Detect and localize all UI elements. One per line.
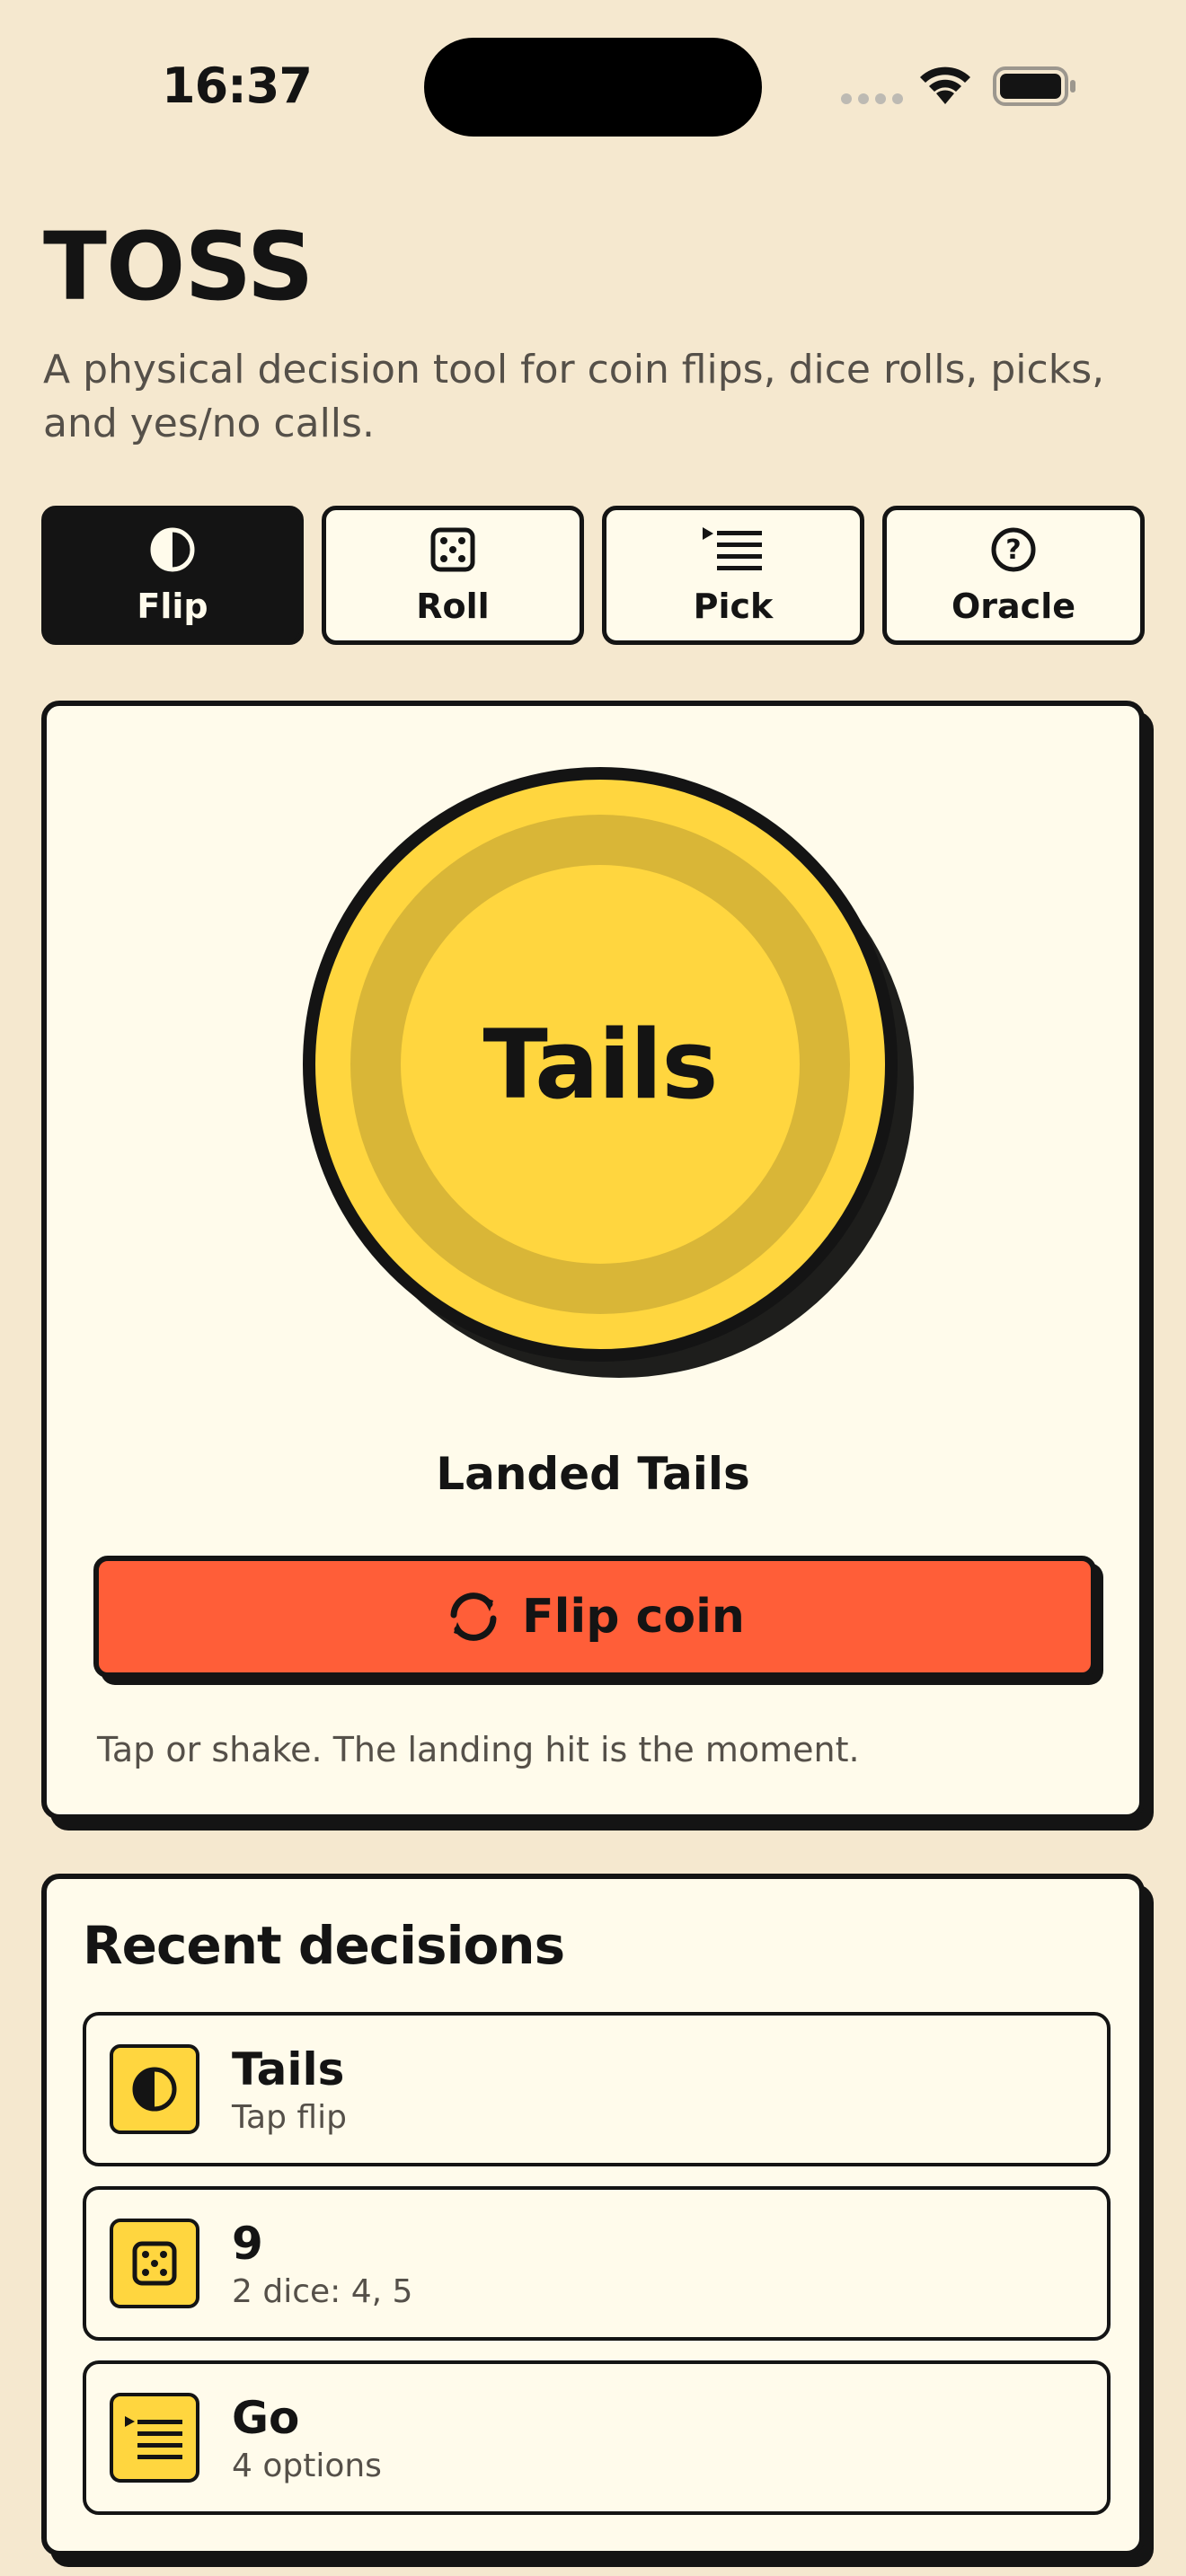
cellular-signal-icon <box>841 93 903 104</box>
list-item[interactable]: Tails Tap flip <box>83 2012 1111 2166</box>
item-subtitle: Tap flip <box>232 2098 347 2136</box>
recent-decisions-card: Recent decisions Tails Tap flip 9 2 dice… <box>41 1874 1145 2556</box>
list-item[interactable]: Go 4 options <box>83 2360 1111 2515</box>
half-circle-icon <box>110 2044 199 2134</box>
tab-label: Flip <box>137 586 208 626</box>
tab-pick[interactable]: Pick <box>602 506 864 645</box>
flip-coin-label: Flip coin <box>522 1590 745 1644</box>
coin-body: Tails <box>303 767 898 1362</box>
flip-coin-button[interactable]: Flip coin <box>93 1556 1096 1678</box>
hint-text: Tap or shake. The landing hit is the mom… <box>97 1730 860 1769</box>
dice-icon <box>110 2219 199 2308</box>
svg-text:?: ? <box>1005 534 1021 566</box>
item-title: 9 <box>232 2217 263 2270</box>
tab-flip[interactable]: Flip <box>41 506 304 645</box>
coin-flip-card: Tails Landed Tails Flip coin Tap or shak… <box>41 701 1145 1820</box>
battery-icon <box>992 65 1078 111</box>
list-icon <box>703 526 762 570</box>
app-subtitle: A physical decision tool for coin flips,… <box>43 347 1105 446</box>
list-icon <box>110 2393 199 2483</box>
mode-tabs: Flip Roll Pick ? Oracle <box>41 506 1145 645</box>
tab-label: Roll <box>416 586 490 626</box>
item-subtitle: 4 options <box>232 2447 382 2484</box>
question-circle-icon: ? <box>991 527 1036 571</box>
coin-face-label: Tails <box>482 1009 719 1120</box>
wifi-icon <box>916 63 974 110</box>
tab-roll[interactable]: Roll <box>322 506 584 645</box>
tab-label: Pick <box>693 586 774 626</box>
app-title: TOSS <box>43 212 314 322</box>
item-title: Go <box>232 2391 300 2444</box>
coin[interactable]: Tails <box>303 767 914 1378</box>
tab-oracle[interactable]: ? Oracle <box>882 506 1145 645</box>
recent-title: Recent decisions <box>83 1915 565 1976</box>
half-circle-icon <box>150 527 195 571</box>
list-item[interactable]: 9 2 dice: 4, 5 <box>83 2186 1111 2341</box>
recent-list: Tails Tap flip 9 2 dice: 4, 5 Go 4 optio… <box>83 2012 1111 2535</box>
item-title: Tails <box>232 2042 345 2095</box>
dice-icon <box>430 527 475 571</box>
status-time: 16:37 <box>162 57 313 114</box>
result-text: Landed Tails <box>436 1448 750 1500</box>
tab-label: Oracle <box>951 586 1075 626</box>
refresh-icon <box>450 1592 497 1641</box>
dynamic-island <box>424 38 762 137</box>
item-subtitle: 2 dice: 4, 5 <box>232 2272 413 2310</box>
